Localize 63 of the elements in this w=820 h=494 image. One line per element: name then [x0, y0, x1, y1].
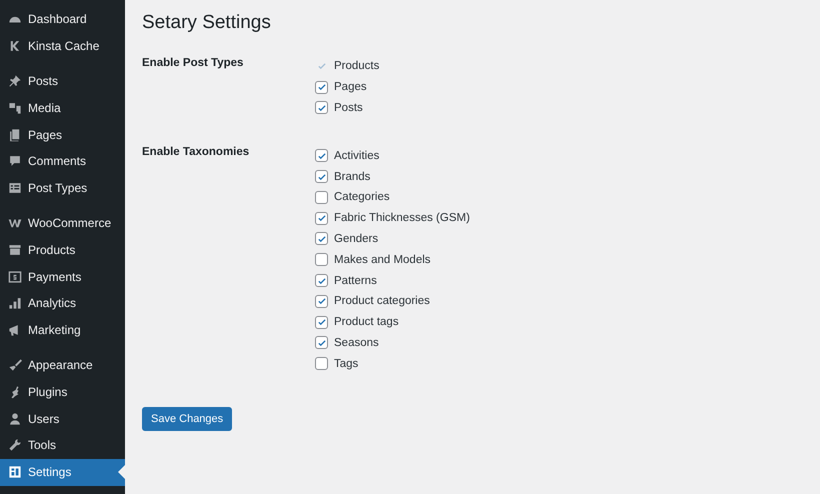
sidebar-item[interactable]: WooCommerce — [0, 210, 125, 236]
checkbox[interactable] — [315, 80, 328, 94]
checkbox[interactable] — [315, 357, 328, 370]
checkbox-label: Brands — [334, 170, 370, 183]
sidebar-item[interactable]: Tools — [0, 432, 125, 459]
sidebar-item[interactable]: Marketing — [0, 316, 125, 344]
checkbox-label: Product tags — [334, 316, 399, 328]
brush-icon — [8, 358, 22, 372]
wrench-icon — [8, 438, 22, 452]
page-title: Setary Settings — [142, 12, 272, 34]
sidebar-item[interactable]: Dashboard — [0, 6, 125, 33]
checkbox[interactable] — [315, 274, 328, 288]
checkbox[interactable] — [315, 294, 328, 308]
pin-icon — [8, 74, 22, 88]
checkbox[interactable] — [315, 316, 328, 329]
dollar-icon — [8, 270, 22, 284]
checkbox-label: Activities — [334, 150, 380, 162]
checkbox-label: Pages — [334, 81, 367, 94]
bar-chart-icon — [8, 296, 22, 310]
sidebar-item[interactable]: Products — [0, 236, 125, 264]
checkbox[interactable] — [315, 232, 328, 246]
checkbox-label: Genders — [334, 232, 378, 245]
sidebar-item[interactable]: Analytics — [0, 290, 125, 317]
checkbox[interactable] — [315, 336, 328, 350]
sidebar-item[interactable]: Posts — [0, 68, 125, 94]
checkbox-label: Makes and Models — [334, 254, 431, 266]
checkbox-label: Tags — [334, 358, 358, 370]
sidebar-item[interactable]: Appearance — [0, 352, 125, 378]
section-label: Enable Post Types — [142, 56, 244, 71]
sidebar-item[interactable]: Comments — [0, 148, 125, 175]
checkbox-label: Products — [334, 60, 380, 72]
settings-icon — [8, 465, 22, 480]
sidebar-item[interactable]: Pages — [0, 121, 125, 148]
box-icon — [8, 242, 22, 257]
sidebar-item[interactable]: Payments — [0, 263, 125, 290]
sidebar-item[interactable]: Post Types — [0, 174, 125, 202]
user-icon — [8, 412, 22, 426]
checkbox[interactable] — [315, 101, 328, 114]
list-icon — [8, 181, 22, 196]
sidebar-item[interactable]: Users — [0, 405, 125, 432]
media-icon — [8, 100, 22, 115]
checkbox-label: Product categories — [334, 295, 430, 308]
sidebar-item[interactable]: Media — [0, 94, 125, 122]
checkbox[interactable] — [315, 190, 328, 204]
comment-icon — [8, 154, 22, 168]
checkbox-label: Categories — [334, 191, 390, 204]
current-page-pointer — [118, 465, 125, 480]
checkbox-label: Seasons — [334, 336, 379, 349]
checkbox[interactable] — [315, 253, 328, 266]
k-icon — [8, 39, 22, 54]
sidebar-item[interactable]: Settings — [0, 458, 125, 486]
sidebar-item[interactable]: Plugins — [0, 378, 125, 406]
checkbox[interactable] — [315, 149, 328, 162]
checkbox[interactable] — [315, 170, 328, 184]
checkmark-icon — [316, 61, 326, 72]
section-label: Enable Taxonomies — [142, 145, 250, 160]
pages-icon — [8, 128, 22, 142]
checkbox[interactable] — [315, 212, 328, 225]
save-button[interactable]: Save Changes — [142, 407, 232, 432]
checkbox-label: Posts — [334, 102, 363, 114]
sidebar-item[interactable]: Kinsta Cache — [0, 32, 125, 60]
checkbox-label: Patterns — [334, 274, 377, 287]
checkbox-label: Fabric Thicknesses (GSM) — [334, 212, 470, 224]
